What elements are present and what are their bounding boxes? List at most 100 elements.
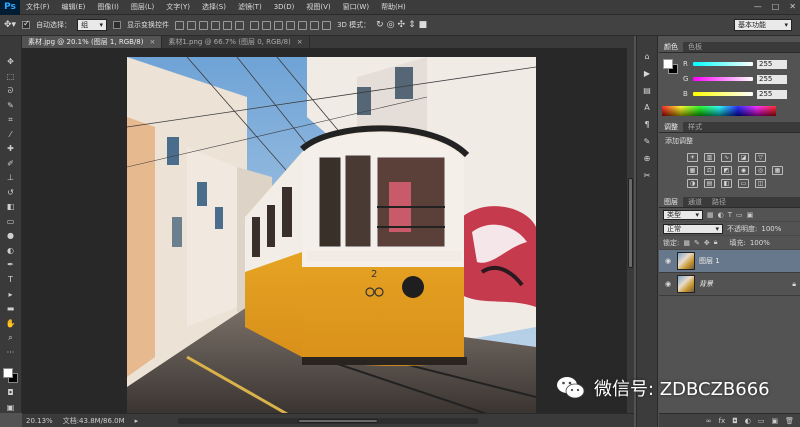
dodge-tool-icon[interactable]: ◐ [3, 245, 19, 257]
more-tools-icon[interactable]: ··· [3, 346, 19, 358]
posterize-icon[interactable]: ▤ [704, 179, 715, 188]
black-white-icon[interactable]: ◩ [721, 166, 732, 175]
paragraph-panel-icon[interactable]: ¶ [640, 118, 654, 130]
shape-tool-icon[interactable]: ▬ [3, 303, 19, 315]
fill-value[interactable]: 100% [750, 239, 770, 247]
blue-value[interactable]: 255 [757, 89, 787, 99]
curves-icon[interactable]: ∿ [721, 153, 732, 162]
eye-icon[interactable]: ◉ [663, 280, 673, 288]
healing-brush-tool-icon[interactable]: ✚ [3, 143, 19, 155]
distribute-vcenter-icon[interactable] [262, 20, 272, 30]
filter-pixel-icon[interactable]: ▦ [707, 211, 714, 219]
tab-document-1[interactable]: 素材.jpg @ 20.1% (图层 1, RGB/8) × [22, 36, 163, 48]
align-right-icon[interactable] [235, 20, 245, 30]
menu-file[interactable]: 文件(F) [20, 2, 56, 12]
brush-panel-icon[interactable]: ✎ [640, 135, 654, 147]
actions-panel-icon[interactable]: ▶ [640, 67, 654, 79]
zoom-level[interactable]: 20.13% [26, 417, 53, 425]
document-canvas-photo[interactable]: 2 [127, 57, 536, 413]
gradient-map-icon[interactable]: ▭ [738, 179, 749, 188]
scale-3d-icon[interactable]: ■ [419, 20, 428, 30]
delete-layer-icon[interactable]: 🗑︎ [785, 417, 794, 425]
quick-select-tool-icon[interactable]: ✎ [3, 100, 19, 112]
threshold-icon[interactable]: ◧ [721, 179, 732, 188]
distribute-hcenter-icon[interactable] [298, 20, 308, 30]
tab-channels[interactable]: 通道 [683, 197, 707, 207]
brightness-contrast-icon[interactable]: ☀ [687, 153, 698, 162]
menu-view[interactable]: 视图(V) [300, 2, 336, 12]
status-arrow-icon[interactable]: ▸ [135, 417, 139, 425]
add-mask-icon[interactable]: ◘ [732, 417, 738, 425]
red-value[interactable]: 255 [757, 59, 787, 69]
move-tool-icon[interactable]: ✥▾ [4, 20, 16, 30]
vertical-scrollbar[interactable] [627, 48, 634, 413]
scroll-thumb[interactable] [628, 178, 633, 268]
menu-3d[interactable]: 3D(D) [268, 3, 301, 11]
menu-help[interactable]: 帮助(H) [375, 2, 412, 12]
channel-mixer-icon[interactable]: ◎ [755, 166, 766, 175]
exposure-icon[interactable]: ◪ [738, 153, 749, 162]
tool-presets-panel-icon[interactable]: ✂ [640, 169, 654, 181]
close-tab-icon[interactable]: × [149, 38, 155, 46]
scroll-thumb[interactable] [298, 418, 379, 423]
move-tool-icon[interactable]: ✥ [3, 56, 19, 68]
color-swatches[interactable] [2, 367, 20, 384]
screen-mode-icon[interactable]: ▣ [3, 402, 19, 414]
clone-stamp-tool-icon[interactable]: ⊥ [3, 172, 19, 184]
align-bottom-icon[interactable] [199, 20, 209, 30]
eye-icon[interactable]: ◉ [663, 257, 673, 265]
pen-tool-icon[interactable]: ✒ [3, 259, 19, 271]
distribute-bottom-icon[interactable] [274, 20, 284, 30]
crop-tool-icon[interactable]: ⌗ [3, 114, 19, 126]
color-lookup-icon[interactable]: ▦ [772, 166, 783, 175]
blend-mode-dropdown[interactable]: 正常 ▾ [663, 223, 723, 234]
close-button[interactable]: ✕ [789, 2, 796, 11]
align-left-icon[interactable] [211, 20, 221, 30]
distribute-right-icon[interactable] [310, 20, 320, 30]
menu-type[interactable]: 文字(Y) [160, 2, 196, 12]
tab-swatches[interactable]: 色板 [683, 42, 707, 52]
eraser-tool-icon[interactable]: ◧ [3, 201, 19, 213]
layer-row-background[interactable]: ◉ 背景 🔒︎ [659, 273, 800, 296]
properties-panel-icon[interactable]: ▤ [640, 84, 654, 96]
drag-3d-icon[interactable]: ✣ [398, 20, 406, 30]
quick-mask-icon[interactable]: ◘ [3, 387, 19, 399]
minimize-button[interactable]: — [754, 2, 762, 11]
filter-type-icon[interactable]: T [728, 211, 732, 219]
foreground-color-swatch[interactable] [663, 59, 673, 69]
auto-align-icon[interactable] [322, 20, 332, 30]
auto-select-checkbox[interactable] [22, 19, 31, 29]
align-top-icon[interactable] [175, 20, 185, 30]
gradient-tool-icon[interactable]: ▭ [3, 216, 19, 228]
levels-icon[interactable]: ▥ [704, 153, 715, 162]
fx-icon[interactable]: fx [719, 417, 726, 425]
tab-layers[interactable]: 图层 [659, 197, 683, 207]
lasso-tool-icon[interactable]: ᘐ [3, 85, 19, 97]
menu-image[interactable]: 图像(I) [91, 2, 125, 12]
hand-tool-icon[interactable]: ✋ [3, 317, 19, 329]
filter-adjustment-icon[interactable]: ◐ [718, 211, 724, 219]
tab-document-2[interactable]: 素材1.png @ 66.7% (图层 0, RGB/8) × [162, 36, 310, 48]
auto-select-dropdown[interactable]: 组 ▾ [77, 19, 108, 31]
close-tab-icon[interactable]: × [297, 38, 303, 46]
tab-color[interactable]: 颜色 [659, 42, 683, 52]
zoom-tool-icon[interactable]: ⌕ [3, 332, 19, 344]
tab-styles[interactable]: 样式 [683, 122, 707, 132]
brush-tool-icon[interactable]: ✐ [3, 158, 19, 170]
color-balance-icon[interactable]: ⚖ [704, 166, 715, 175]
opacity-value[interactable]: 100% [761, 225, 781, 233]
tab-adjustments[interactable]: 调整 [659, 122, 683, 132]
menu-edit[interactable]: 编辑(E) [56, 2, 92, 12]
new-group-icon[interactable]: ▭ [758, 417, 765, 425]
tab-paths[interactable]: 路径 [707, 197, 731, 207]
history-brush-tool-icon[interactable]: ↺ [3, 187, 19, 199]
link-layers-icon[interactable]: ∞ [706, 417, 712, 425]
show-transform-checkbox[interactable] [113, 21, 122, 29]
marquee-tool-icon[interactable]: ⬚ [3, 71, 19, 83]
menu-select[interactable]: 选择(S) [196, 2, 232, 12]
align-hcenter-icon[interactable] [223, 20, 233, 30]
layer-row-layer-1[interactable]: ◉ 图层 1 [659, 250, 800, 273]
horizontal-scrollbar[interactable] [178, 417, 479, 424]
selective-color-icon[interactable]: ◫ [755, 179, 766, 188]
invert-icon[interactable]: ◑ [687, 179, 698, 188]
